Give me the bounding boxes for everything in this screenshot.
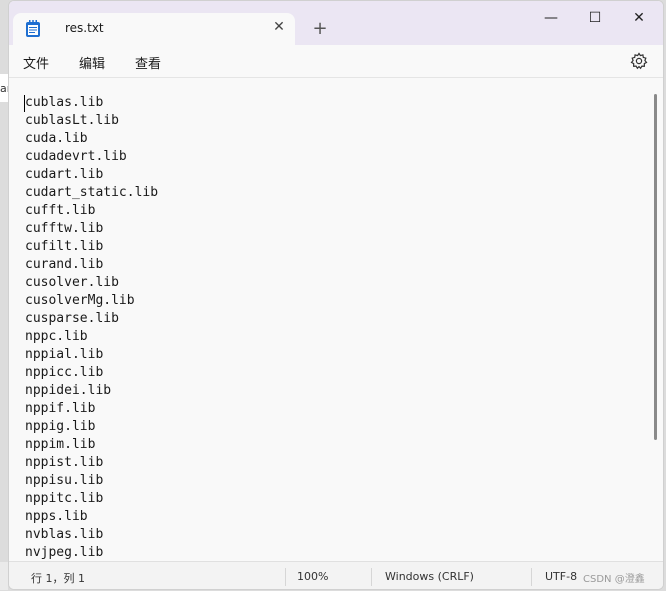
text-line[interactable]: nppidei.lib xyxy=(25,382,158,400)
status-divider xyxy=(531,568,532,586)
notepad-window: res.txt ✕ + — ☐ ✕ 文件 编辑 查看 cublas.lib cub… xyxy=(8,0,664,590)
tab-close-icon[interactable]: ✕ xyxy=(269,17,289,37)
text-line[interactable]: cusolverMg.lib xyxy=(25,292,158,310)
text-caret xyxy=(24,95,25,112)
text-line[interactable]: nppicc.lib xyxy=(25,364,158,382)
text-line[interactable]: cusolver.lib xyxy=(25,274,158,292)
text-line[interactable]: cublasLt.lib xyxy=(25,112,158,130)
gear-icon[interactable] xyxy=(629,51,649,71)
background-window-strip-bottom xyxy=(0,562,8,590)
maximize-button[interactable]: ☐ xyxy=(575,7,615,31)
menu-file[interactable]: 文件 xyxy=(23,53,49,72)
text-line[interactable]: cufilt.lib xyxy=(25,238,158,256)
text-line[interactable]: nvjpeg.lib xyxy=(25,544,158,562)
background-window-strip: ar xyxy=(0,74,11,102)
status-divider xyxy=(285,568,286,586)
new-tab-button[interactable]: + xyxy=(309,18,331,40)
close-button[interactable]: ✕ xyxy=(619,7,659,31)
title-bar: res.txt ✕ + — ☐ ✕ xyxy=(9,1,663,46)
menu-edit[interactable]: 编辑 xyxy=(79,53,105,72)
menu-view[interactable]: 查看 xyxy=(135,53,161,72)
tab-title: res.txt xyxy=(65,21,104,35)
tab-res-txt[interactable]: res.txt ✕ xyxy=(13,13,295,46)
text-line[interactable]: curand.lib xyxy=(25,256,158,274)
line-ending: Windows (CRLF) xyxy=(385,570,474,583)
text-content[interactable]: cublas.lib cublasLt.lib cuda.lib cudadevrt.… xyxy=(25,94,158,562)
text-line[interactable]: nppitc.lib xyxy=(25,490,158,508)
minimize-button[interactable]: — xyxy=(531,7,571,31)
text-line[interactable]: nvblas.lib xyxy=(25,526,158,544)
text-line[interactable]: cudart_static.lib xyxy=(25,184,158,202)
text-line[interactable]: nppc.lib xyxy=(25,328,158,346)
status-bar: 行 1，列 1 100% Windows (CRLF) UTF-8 CSDN @… xyxy=(9,561,663,589)
text-line[interactable]: cufftw.lib xyxy=(25,220,158,238)
watermark: CSDN @澄鑫 xyxy=(583,574,645,585)
text-line[interactable]: cufft.lib xyxy=(25,202,158,220)
text-line[interactable]: cuda.lib xyxy=(25,130,158,148)
menu-bar: 文件 编辑 查看 xyxy=(9,45,663,77)
cursor-position: 行 1，列 1 xyxy=(31,572,85,585)
vertical-scrollbar[interactable] xyxy=(654,94,657,440)
text-line[interactable]: nppial.lib xyxy=(25,346,158,364)
text-line[interactable]: npps.lib xyxy=(25,508,158,526)
zoom-level: 100% xyxy=(297,570,329,583)
text-line[interactable]: cudart.lib xyxy=(25,166,158,184)
text-line[interactable]: nppim.lib xyxy=(25,436,158,454)
text-line[interactable]: cublas.lib xyxy=(25,94,158,112)
encoding: UTF-8 xyxy=(545,570,578,583)
status-divider xyxy=(371,568,372,586)
text-line[interactable]: nppif.lib xyxy=(25,400,158,418)
text-line[interactable]: nppig.lib xyxy=(25,418,158,436)
text-line[interactable]: nppisu.lib xyxy=(25,472,158,490)
text-line[interactable]: cudadevrt.lib xyxy=(25,148,158,166)
notepad-icon xyxy=(25,20,41,38)
text-editor[interactable]: cublas.lib cublasLt.lib cuda.lib cudadevrt.… xyxy=(9,77,663,561)
text-line[interactable]: cusparse.lib xyxy=(25,310,158,328)
text-line[interactable]: nppist.lib xyxy=(25,454,158,472)
